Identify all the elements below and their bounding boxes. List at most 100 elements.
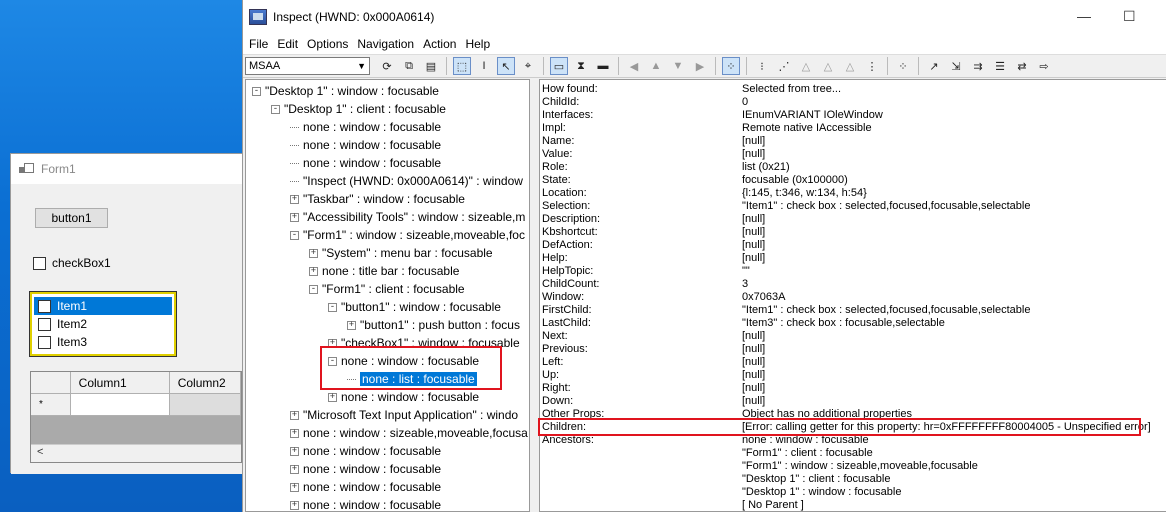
expand-icon[interactable]: + bbox=[290, 464, 299, 474]
item-checkbox[interactable] bbox=[38, 317, 51, 331]
button1[interactable]: button1 bbox=[35, 208, 108, 228]
property-row[interactable]: Value: [null] bbox=[542, 148, 1162, 161]
action-focus-icon[interactable]: ⁘ bbox=[894, 57, 912, 75]
watch-focus-icon[interactable]: ⬚ bbox=[453, 57, 471, 75]
grid-cell[interactable] bbox=[70, 394, 170, 416]
mode-select[interactable]: MSAA ▼ bbox=[245, 57, 370, 75]
property-row[interactable]: How found: Selected from tree... bbox=[542, 83, 1162, 96]
item-checkbox[interactable] bbox=[38, 335, 51, 349]
navigate-root-icon[interactable]: ⋮ bbox=[863, 57, 881, 75]
property-row[interactable]: Interfaces: IEnumVARIANT IOleWindow bbox=[542, 109, 1162, 122]
form1-window[interactable]: Form1 button1 checkBox1 Item1 Item2 Item… bbox=[10, 153, 251, 474]
property-row[interactable]: HelpTopic: "" bbox=[542, 265, 1162, 278]
form1-titlebar[interactable]: Form1 bbox=[11, 154, 249, 184]
property-row[interactable]: Window: 0x7063A bbox=[542, 291, 1162, 304]
tree-node[interactable]: + none : title bar : focusable bbox=[309, 262, 459, 280]
scroll-left-icon[interactable]: < bbox=[37, 446, 43, 458]
property-row[interactable]: Next: [null] bbox=[542, 330, 1162, 343]
action-highlight-icon[interactable]: ⇨ bbox=[1035, 57, 1053, 75]
menu-navigation[interactable]: Navigation bbox=[355, 37, 421, 51]
menu-help[interactable]: Help bbox=[463, 37, 497, 51]
tree-node[interactable]: + none : window : focusable bbox=[328, 388, 479, 406]
element-tree[interactable]: - "Desktop 1" : window : focusable - "Deskt… bbox=[245, 79, 530, 512]
tree-node[interactable]: - "Form1" : window : sizeable,moveable,fo… bbox=[290, 226, 525, 244]
checkbox-box[interactable] bbox=[33, 256, 46, 270]
tooltip-icon[interactable]: ▬ bbox=[594, 57, 612, 75]
tree-node[interactable]: + none : window : focusable bbox=[290, 478, 441, 496]
tree-node[interactable]: + "System" : menu bar : focusable bbox=[309, 244, 493, 262]
property-row[interactable]: Kbshortcut: [null] bbox=[542, 226, 1162, 239]
horizontal-scrollbar[interactable]: < bbox=[31, 444, 241, 462]
nav-left-icon[interactable]: ◀ bbox=[625, 57, 643, 75]
property-row[interactable]: ChildCount: 3 bbox=[542, 278, 1162, 291]
column-header[interactable]: Column2 bbox=[169, 372, 241, 394]
copy-icon[interactable]: ⧉ bbox=[400, 57, 418, 75]
property-row[interactable]: State: focusable (0x100000) bbox=[542, 174, 1162, 187]
expand-icon[interactable]: + bbox=[290, 410, 299, 420]
navigate-next-sibling-icon[interactable]: △ bbox=[819, 57, 837, 75]
menu-file[interactable]: File bbox=[247, 37, 275, 51]
property-row[interactable]: "Desktop 1" : window : focusable bbox=[542, 486, 1162, 499]
expand-icon[interactable]: + bbox=[290, 446, 299, 456]
expand-icon[interactable]: + bbox=[290, 212, 299, 222]
collapse-icon[interactable]: - bbox=[309, 284, 318, 294]
nav-down-icon[interactable]: ▼ bbox=[669, 57, 687, 75]
tree-node[interactable]: - "Form1" : client : focusable bbox=[309, 280, 465, 298]
menu-edit[interactable]: Edit bbox=[275, 37, 305, 51]
tree-node[interactable]: none : window : focusable bbox=[290, 136, 441, 154]
minimize-icon[interactable]: — bbox=[1077, 8, 1091, 24]
property-row[interactable]: Description: [null] bbox=[542, 213, 1162, 226]
property-row[interactable]: Selection: "Item1" : check box : selected… bbox=[542, 200, 1162, 213]
refresh-icon[interactable]: ⟳ bbox=[378, 57, 396, 75]
property-row[interactable]: Help: [null] bbox=[542, 252, 1162, 265]
collapse-icon[interactable]: - bbox=[290, 230, 299, 240]
menu-options[interactable]: Options bbox=[305, 37, 355, 51]
property-row[interactable]: Right: [null] bbox=[542, 382, 1162, 395]
tree-node[interactable]: none : window : focusable bbox=[290, 154, 441, 172]
collapse-icon[interactable]: - bbox=[252, 86, 261, 96]
property-row[interactable]: Role: list (0x21) bbox=[542, 161, 1162, 174]
tree-node[interactable]: none : window : focusable bbox=[290, 118, 441, 136]
navigate-first-child-icon[interactable]: ⋰ bbox=[775, 57, 793, 75]
expand-icon[interactable]: + bbox=[290, 428, 299, 438]
property-row[interactable]: "Desktop 1" : client : focusable bbox=[542, 473, 1162, 486]
tree-node[interactable]: + "Taskbar" : window : focusable bbox=[290, 190, 465, 208]
inspect-window[interactable]: Inspect (HWND: 0x000A0614) — ☐ File Edit… bbox=[242, 0, 1166, 512]
navigate-prev-sibling-icon[interactable]: △ bbox=[797, 57, 815, 75]
list-item[interactable]: Item3 bbox=[34, 333, 172, 351]
inspect-titlebar[interactable]: Inspect (HWND: 0x000A0614) — ☐ bbox=[243, 0, 1166, 34]
action-default-icon[interactable]: ⇉ bbox=[969, 57, 987, 75]
property-row[interactable]: LastChild: "Item3" : check box : focusabl… bbox=[542, 317, 1162, 330]
expand-icon[interactable]: + bbox=[309, 266, 318, 276]
property-row[interactable]: Location: {l:145, t:346, w:134, h:54} bbox=[542, 187, 1162, 200]
expand-icon[interactable]: + bbox=[290, 482, 299, 492]
property-row[interactable]: [ No Parent ] bbox=[542, 499, 1162, 511]
tree-view-icon[interactable]: ⁘ bbox=[722, 57, 740, 75]
nav-up-icon[interactable]: ▲ bbox=[647, 57, 665, 75]
checkbox1[interactable]: checkBox1 bbox=[33, 256, 111, 270]
property-row[interactable]: Impl: Remote native IAccessible bbox=[542, 122, 1162, 135]
navigate-last-child-icon[interactable]: △ bbox=[841, 57, 859, 75]
item-checkbox[interactable] bbox=[38, 299, 51, 313]
maximize-icon[interactable]: ☐ bbox=[1123, 8, 1136, 25]
tree-node[interactable]: "Inspect (HWND: 0x000A0614)" : window bbox=[290, 172, 523, 190]
expand-icon[interactable]: + bbox=[290, 194, 299, 204]
watch-caret-icon[interactable]: I bbox=[475, 57, 493, 75]
tree-node[interactable]: - "button1" : window : focusable bbox=[328, 298, 501, 316]
tree-node[interactable]: + none : window : focusable bbox=[290, 442, 441, 460]
tree-node[interactable]: - "Desktop 1" : client : focusable bbox=[271, 100, 446, 118]
navigate-parent-icon[interactable]: ⁝ bbox=[753, 57, 771, 75]
list-item[interactable]: Item1 bbox=[34, 297, 172, 315]
property-row[interactable]: "Form1" : window : sizeable,moveable,foc… bbox=[542, 460, 1162, 473]
property-row[interactable]: ChildId: 0 bbox=[542, 96, 1162, 109]
expand-icon[interactable]: + bbox=[290, 500, 299, 510]
tree-node[interactable]: + "Microsoft Text Input Application" : wi… bbox=[290, 406, 518, 424]
list-item[interactable]: Item2 bbox=[34, 315, 172, 333]
data-grid[interactable]: Column1 Column2 * < bbox=[30, 371, 242, 463]
action-list-icon[interactable]: ☰ bbox=[991, 57, 1009, 75]
grid-cell[interactable] bbox=[169, 394, 241, 416]
collapse-icon[interactable]: - bbox=[271, 104, 280, 114]
collapse-icon[interactable]: - bbox=[328, 302, 337, 312]
action-invoke-icon[interactable]: ⇄ bbox=[1013, 57, 1031, 75]
expand-icon[interactable]: + bbox=[309, 248, 318, 258]
